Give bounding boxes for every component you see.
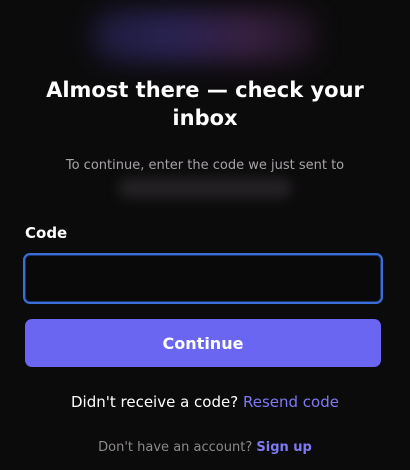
instructions-text: To continue, enter the code we just sent…	[65, 158, 345, 173]
continue-button[interactable]: Continue	[25, 319, 381, 367]
page-title: Almost there — check your inbox	[46, 78, 364, 130]
code-input[interactable]	[23, 253, 383, 304]
resend-prompt: Didn't receive a code?	[71, 393, 239, 411]
signup-prompt: Don't have an account?	[98, 440, 253, 455]
redacted-email	[118, 178, 292, 198]
resend-row: Didn't receive a code? Resend code	[0, 393, 410, 411]
sign-up-link[interactable]: Sign up	[256, 440, 311, 455]
resend-code-link[interactable]: Resend code	[243, 393, 339, 411]
code-label: Code	[25, 224, 68, 242]
blurred-logo	[92, 10, 318, 62]
verification-page: Almost there — check your inbox To conti…	[0, 0, 410, 470]
signup-row: Don't have an account? Sign up	[0, 440, 410, 455]
